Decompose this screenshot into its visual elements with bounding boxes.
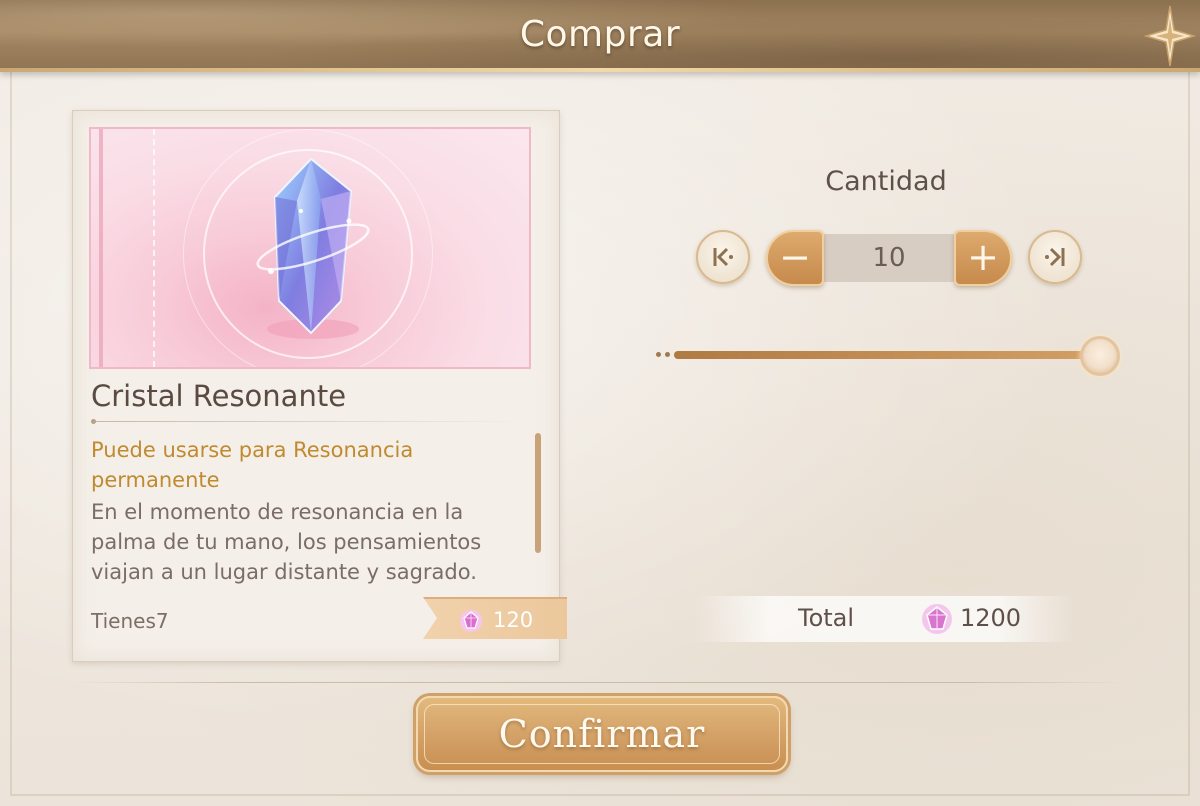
- item-description[interactable]: Puede usarse para Resonancia permanente …: [91, 435, 519, 585]
- slider-fill: [674, 351, 1100, 359]
- quantity-slider[interactable]: [656, 336, 1124, 376]
- item-usage-text: Puede usarse para Resonancia permanente: [91, 438, 414, 492]
- item-flavor-text: En el momento de resonancia en la palma …: [91, 500, 482, 584]
- item-image: [89, 127, 531, 369]
- slider-track[interactable]: [674, 351, 1100, 359]
- unit-price-tag: 120: [423, 597, 567, 639]
- item-name: Cristal Resonante: [91, 379, 347, 413]
- skip-to-min-icon: [713, 247, 733, 267]
- pink-gem-icon: [922, 604, 952, 634]
- header-bar: Comprar: [0, 0, 1200, 72]
- skip-to-max-icon: [1045, 247, 1065, 267]
- increase-button[interactable]: +: [954, 230, 1012, 286]
- crystal-icon: [256, 157, 370, 339]
- unit-price: 120: [493, 608, 534, 632]
- total-bar: Total 1200: [694, 596, 1074, 642]
- confirm-label: Confirmar: [498, 712, 706, 756]
- quantity-label: Cantidad: [825, 166, 947, 197]
- max-quantity-button[interactable]: [1028, 230, 1082, 284]
- slider-start-dots: [656, 352, 672, 358]
- total-label: Total: [798, 604, 855, 632]
- quantity-value[interactable]: 10: [806, 234, 972, 282]
- min-quantity-button[interactable]: [696, 230, 750, 284]
- owned-count: Tienes7: [91, 609, 169, 633]
- footer-divider: [72, 682, 1128, 683]
- page-title: Comprar: [519, 14, 681, 55]
- slider-knob[interactable]: [1080, 336, 1120, 376]
- decrease-button[interactable]: −: [766, 230, 824, 286]
- description-scrollbar[interactable]: [535, 433, 541, 553]
- star-ornament-icon: [1143, 5, 1196, 67]
- quantity-stepper: 10 − +: [766, 230, 1012, 286]
- pink-gem-icon: [460, 610, 482, 632]
- confirm-button[interactable]: Confirmar: [416, 696, 788, 772]
- ticket-stub: [99, 129, 155, 367]
- total-value: 1200: [960, 604, 1022, 632]
- name-divider: [91, 419, 529, 424]
- item-card: Cristal Resonante Puede usarse para Reso…: [72, 110, 567, 662]
